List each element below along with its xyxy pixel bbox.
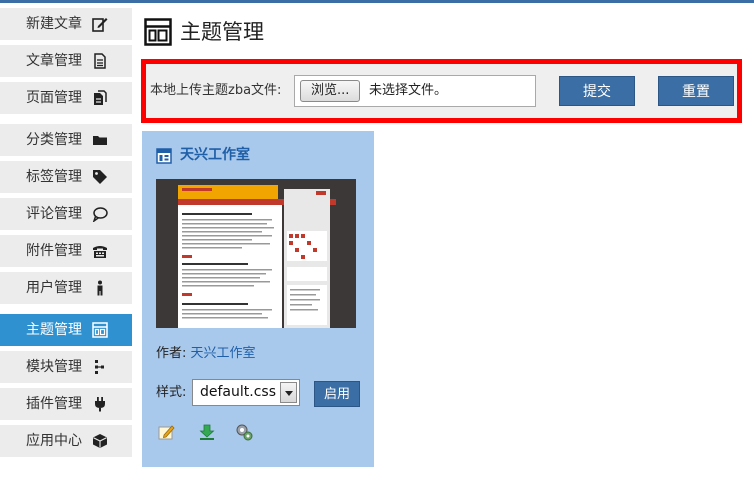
sidebar-item-label: 标签管理 — [26, 169, 82, 185]
chevron-down-icon[interactable] — [280, 382, 297, 403]
top-bar — [0, 0, 754, 3]
sidebar-item-label: 文章管理 — [26, 53, 82, 69]
sidebar-item-user-manage[interactable]: 用户管理 — [0, 272, 132, 304]
reset-button[interactable]: 重置 — [658, 76, 734, 106]
settings-icon[interactable] — [235, 423, 253, 441]
enable-theme-button[interactable]: 启用 — [314, 381, 360, 407]
theme-card: 天兴工作室 作者: 天兴工作室 样式: default.css 启用 — [142, 131, 374, 467]
theme-icon — [92, 322, 108, 338]
sidebar-item-new-article[interactable]: 新建文章 — [0, 8, 132, 40]
module-icon — [95, 360, 104, 374]
sidebar-item-label: 用户管理 — [26, 280, 82, 296]
theme-author: 作者: 天兴工作室 — [156, 345, 256, 363]
author-label: 作者: — [156, 346, 187, 361]
pages-icon — [94, 90, 107, 105]
theme-icon — [144, 18, 172, 46]
plugin-icon — [95, 397, 105, 412]
sidebar-item-label: 页面管理 — [26, 90, 82, 106]
sidebar-item-article-manage[interactable]: 文章管理 — [0, 45, 132, 77]
tag-icon — [93, 170, 107, 184]
no-file-text: 未选择文件。 — [369, 83, 448, 98]
sidebar-item-module-manage[interactable]: 模块管理 — [0, 351, 132, 383]
comment-icon — [92, 207, 108, 222]
document-icon — [94, 53, 106, 69]
sidebar-item-tag-manage[interactable]: 标签管理 — [0, 161, 132, 193]
author-link[interactable]: 天兴工作室 — [191, 346, 256, 361]
app-center-icon — [93, 434, 107, 448]
download-icon[interactable] — [198, 423, 216, 441]
sidebar-item-label: 新建文章 — [26, 16, 82, 32]
sidebar-item-label: 插件管理 — [26, 396, 82, 412]
theme-preview-image[interactable] — [156, 179, 356, 328]
style-select[interactable]: default.css — [192, 379, 300, 406]
sidebar-item-label: 应用中心 — [26, 433, 82, 449]
theme-name[interactable]: 天兴工作室 — [180, 145, 250, 165]
sidebar-item-attachment-manage[interactable]: 附件管理 — [0, 235, 132, 267]
sidebar-item-app-center[interactable]: 应用中心 — [0, 425, 132, 457]
user-icon — [97, 280, 103, 296]
upload-theme-form: 本地上传主题zba文件: 浏览... 未选择文件。 提交 重置 — [141, 59, 742, 123]
theme-icon — [156, 148, 172, 164]
upload-label: 本地上传主题zba文件: — [150, 83, 282, 98]
sidebar-item-theme-manage[interactable]: 主题管理 — [0, 314, 132, 346]
edit-icon[interactable] — [158, 423, 176, 441]
sidebar-item-label: 主题管理 — [26, 322, 82, 338]
page-title: 主题管理 — [180, 20, 264, 44]
sidebar-item-category-manage[interactable]: 分类管理 — [0, 124, 132, 156]
edit-icon — [92, 18, 108, 32]
style-label: 样式: — [156, 385, 187, 400]
sidebar-item-label: 模块管理 — [26, 359, 82, 375]
submit-button[interactable]: 提交 — [559, 76, 635, 106]
sidebar-item-comment-manage[interactable]: 评论管理 — [0, 198, 132, 230]
sidebar-item-page-manage[interactable]: 页面管理 — [0, 82, 132, 114]
attachment-icon — [93, 246, 107, 258]
sidebar-item-label: 附件管理 — [26, 243, 82, 259]
sidebar-item-label: 评论管理 — [26, 206, 82, 222]
file-input[interactable]: 浏览... 未选择文件。 — [294, 75, 536, 107]
sidebar-item-label: 分类管理 — [26, 132, 82, 148]
browse-button[interactable]: 浏览... — [300, 80, 361, 102]
folder-icon — [93, 136, 107, 145]
style-select-value: default.css — [200, 384, 276, 400]
sidebar-item-plugin-manage[interactable]: 插件管理 — [0, 388, 132, 420]
